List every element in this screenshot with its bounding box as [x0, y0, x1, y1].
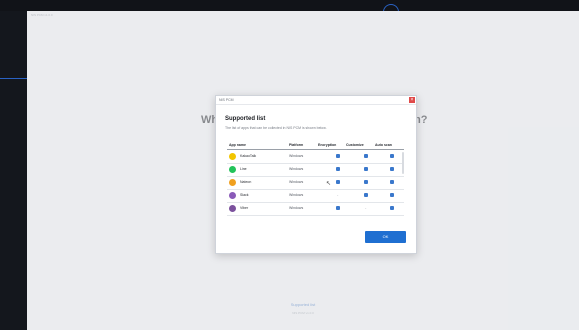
check-icon — [364, 180, 368, 184]
table-row: Viber Windows - — [227, 202, 404, 216]
table-row: Line Windows — [227, 163, 404, 177]
table-scrollbar[interactable] — [402, 152, 404, 174]
col-app-name: App name — [229, 143, 246, 147]
dialog-heading: Supported list — [225, 116, 266, 122]
check-icon — [390, 167, 394, 171]
supported-list-dialog: NIS PCM × Supported list The list of app… — [215, 95, 417, 254]
app-icon — [229, 205, 236, 212]
app-name-cell: Nateon — [240, 180, 252, 184]
check-icon — [390, 206, 394, 210]
check-icon — [336, 180, 340, 184]
platform-cell: Windows — [289, 180, 304, 184]
table-row: KakaoTalk Windows — [227, 150, 404, 164]
app-name-cell: Line — [240, 167, 247, 171]
app-name-cell: KakaoTalk — [240, 154, 257, 158]
platform-cell: Windows — [289, 206, 304, 210]
platform-cell: Windows — [289, 154, 304, 158]
check-icon — [336, 206, 340, 210]
check-icon — [364, 167, 368, 171]
check-icon — [390, 180, 394, 184]
system-top-bar — [0, 0, 579, 11]
check-icon — [364, 193, 368, 197]
check-icon — [390, 154, 394, 158]
dialog-description: The list of apps that can be collected i… — [225, 126, 327, 130]
app-icon — [229, 166, 236, 173]
table-row: Slack Windows - — [227, 189, 404, 203]
platform-cell: Windows — [289, 167, 304, 171]
customize-dash: - — [365, 205, 367, 210]
check-icon — [336, 167, 340, 171]
check-icon — [364, 154, 368, 158]
col-auto-scan: Auto scan — [375, 143, 392, 147]
table-row: Nateon Windows — [227, 176, 404, 190]
left-side-strip — [0, 11, 27, 330]
encryption-dash: - — [337, 192, 339, 197]
app-icon — [229, 179, 236, 186]
app-icon — [229, 153, 236, 160]
col-platform: Platform — [289, 143, 304, 147]
app-name-cell: Slack — [240, 193, 249, 197]
left-accent-line — [0, 78, 27, 79]
platform-cell: Windows — [289, 193, 304, 197]
app-name-cell: Viber — [240, 206, 249, 210]
check-icon — [336, 154, 340, 158]
ok-button[interactable]: OK — [365, 231, 406, 243]
dialog-titlebar-text: NIS PCM — [219, 98, 234, 102]
close-icon[interactable]: × — [409, 97, 415, 103]
mouse-cursor-icon: ↖ — [326, 181, 332, 187]
col-encryption: Encryption — [318, 143, 337, 147]
apps-table: App name Platform Encryption Customize A… — [227, 140, 404, 220]
check-icon — [390, 193, 394, 197]
dialog-titlebar: NIS PCM × — [216, 96, 416, 105]
table-header: App name Platform Encryption Customize A… — [227, 140, 404, 150]
col-customize: Customize — [346, 143, 364, 147]
app-icon — [229, 192, 236, 199]
